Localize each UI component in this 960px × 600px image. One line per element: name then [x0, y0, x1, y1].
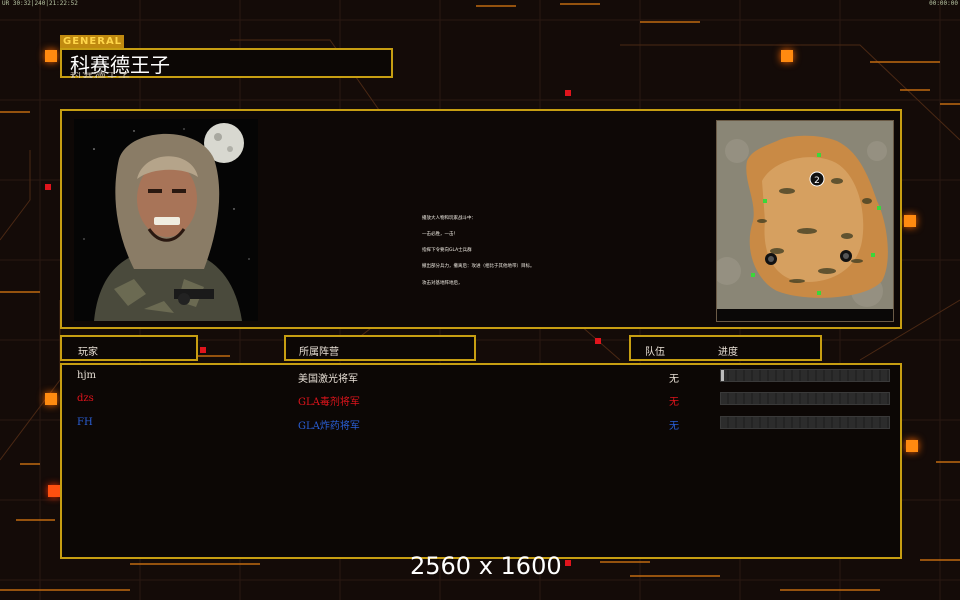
column-label-faction: 所属阵营 [299, 347, 339, 358]
player-faction: GLA毒剂将军 [298, 397, 360, 408]
minimap: 2 [716, 120, 894, 322]
glow-square [45, 393, 57, 405]
player-row: hjm 美国激光将军 无 [62, 366, 900, 386]
red-dot [565, 560, 571, 566]
top-right-clock: 00:00:00 [929, 0, 958, 7]
red-dot [45, 184, 51, 190]
resolution-caption: 2560 x 1600 [410, 552, 562, 580]
column-label-team: 队伍 [645, 347, 665, 358]
column-header-team-progress: 队伍 进度 [629, 335, 822, 361]
glow-square [781, 50, 793, 62]
players-list: hjm 美国激光将军 无 dzs GLA毒剂将军 无 FH GLA炸药将军 无 [60, 363, 902, 559]
top-left-status: UR 30:32|240|21:22:52 [2, 0, 78, 7]
column-label-player: 玩家 [78, 347, 98, 358]
glow-square [45, 50, 57, 62]
player-faction: GLA炸药将军 [298, 421, 360, 432]
player-row: FH GLA炸药将军 无 [62, 413, 900, 433]
player-progress-bar [720, 369, 890, 382]
player-progress-bar [720, 416, 890, 429]
glow-square [48, 485, 60, 497]
player-progress-bar [720, 392, 890, 405]
player-faction: 美国激光将军 [298, 374, 358, 385]
briefing-line: 播放大人物和玩家战斗中： [422, 215, 476, 221]
column-header-player: 玩家 [60, 335, 198, 361]
player-team: 无 [669, 397, 679, 408]
red-dot [200, 347, 206, 353]
player-row: dzs GLA毒剂将军 无 [62, 389, 900, 409]
player-team: 无 [669, 421, 679, 432]
column-header-faction: 所属阵营 [284, 335, 476, 361]
briefing-line: 攻击对基地阵地后， [422, 280, 463, 286]
player-team: 无 [669, 374, 679, 385]
general-name-box: 科赛德王子 科赛德王子 [60, 48, 393, 78]
glow-square [906, 440, 918, 452]
red-dot [565, 90, 571, 96]
minimap-marker: 2 [814, 176, 820, 186]
player-name: dzs [77, 393, 94, 404]
general-name-shadow: 科赛德王子 [70, 72, 180, 78]
player-name: hjm [77, 370, 97, 381]
progress-fill [721, 370, 725, 381]
column-label-progress: 进度 [718, 347, 738, 358]
briefing-line: 撤出部分兵力，撤离后：攻进（相比于其他地带）目标。 [422, 264, 535, 270]
mission-panel: 播放大人物和玩家战斗中： 一击必胜，一击！ 指挥下令要向GLA士兵群 撤出部分兵… [60, 109, 902, 329]
general-portrait [74, 119, 258, 321]
mission-briefing: 播放大人物和玩家战斗中： 一击必胜，一击！ 指挥下令要向GLA士兵群 撤出部分兵… [422, 205, 535, 297]
red-dot [595, 338, 601, 344]
player-name: FH [77, 417, 93, 428]
rank-tag: GENERAL [60, 35, 124, 48]
glow-square [904, 215, 916, 227]
briefing-line: 指挥下令要向GLA士兵群 [422, 248, 472, 254]
briefing-line: 一击必胜，一击！ [422, 232, 458, 238]
